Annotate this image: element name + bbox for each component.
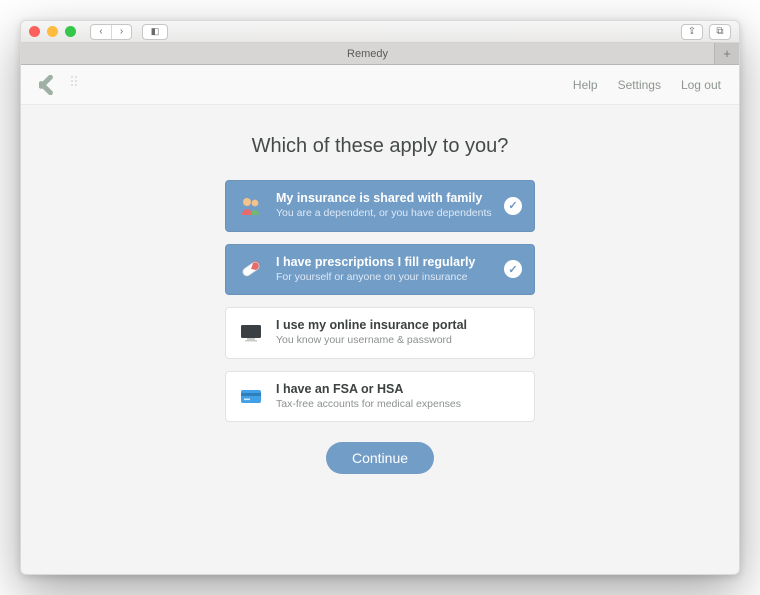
window-controls	[29, 26, 76, 37]
option-portal[interactable]: I use my online insurance portal You kno…	[225, 307, 535, 359]
nav-settings[interactable]: Settings	[618, 78, 661, 92]
option-list: My insurance is shared with family You a…	[225, 180, 535, 422]
family-icon	[238, 193, 264, 219]
app-header: Help Settings Log out	[21, 65, 739, 105]
option-title: My insurance is shared with family	[276, 191, 492, 205]
logo-icon	[39, 75, 59, 95]
option-subtitle: You are a dependent, or you have depende…	[276, 207, 492, 220]
option-rx[interactable]: I have prescriptions I fill regularly Fo…	[225, 244, 535, 296]
app-nav: Help Settings Log out	[573, 78, 721, 92]
page-heading: Which of these apply to you?	[252, 135, 509, 158]
monitor-icon	[238, 320, 264, 346]
check-icon: ✓	[504, 260, 522, 278]
share-button[interactable]: ⇪	[681, 24, 703, 40]
nav-logout[interactable]: Log out	[681, 78, 721, 92]
close-window-button[interactable]	[29, 26, 40, 37]
page-content: Which of these apply to you? My insuranc…	[21, 105, 739, 574]
continue-button[interactable]: Continue	[326, 442, 434, 474]
drag-handle-icon	[71, 76, 77, 94]
option-fsa[interactable]: I have an FSA or HSA Tax-free accounts f…	[225, 371, 535, 423]
back-button[interactable]: ‹	[91, 25, 111, 39]
titlebar: ‹ › ◧ ⇪ ⧉	[21, 21, 739, 43]
new-tab-button[interactable]: +	[715, 43, 739, 64]
card-icon	[238, 383, 264, 409]
show-tabs-button[interactable]: ⧉	[709, 24, 731, 40]
pill-icon	[238, 256, 264, 282]
app-logo[interactable]	[39, 75, 59, 95]
option-family[interactable]: My insurance is shared with family You a…	[225, 180, 535, 232]
forward-button[interactable]: ›	[111, 25, 131, 39]
tab-bar: Remedy +	[21, 43, 739, 65]
option-subtitle: You know your username & password	[276, 334, 522, 347]
browser-tab[interactable]: Remedy	[21, 43, 715, 64]
check-icon: ✓	[504, 197, 522, 215]
option-subtitle: Tax-free accounts for medical expenses	[276, 398, 522, 411]
option-subtitle: For yourself or anyone on your insurance	[276, 271, 492, 284]
browser-window: ‹ › ◧ ⇪ ⧉ Remedy + Help Settings Log out	[20, 20, 740, 575]
option-title: I use my online insurance portal	[276, 318, 522, 332]
tab-title: Remedy	[347, 48, 388, 60]
option-title: I have an FSA or HSA	[276, 382, 522, 396]
option-title: I have prescriptions I fill regularly	[276, 255, 492, 269]
nav-help[interactable]: Help	[573, 78, 598, 92]
minimize-window-button[interactable]	[47, 26, 58, 37]
fullscreen-window-button[interactable]	[65, 26, 76, 37]
nav-back-forward: ‹ ›	[90, 24, 132, 40]
sidebar-toggle[interactable]: ◧	[142, 24, 168, 40]
